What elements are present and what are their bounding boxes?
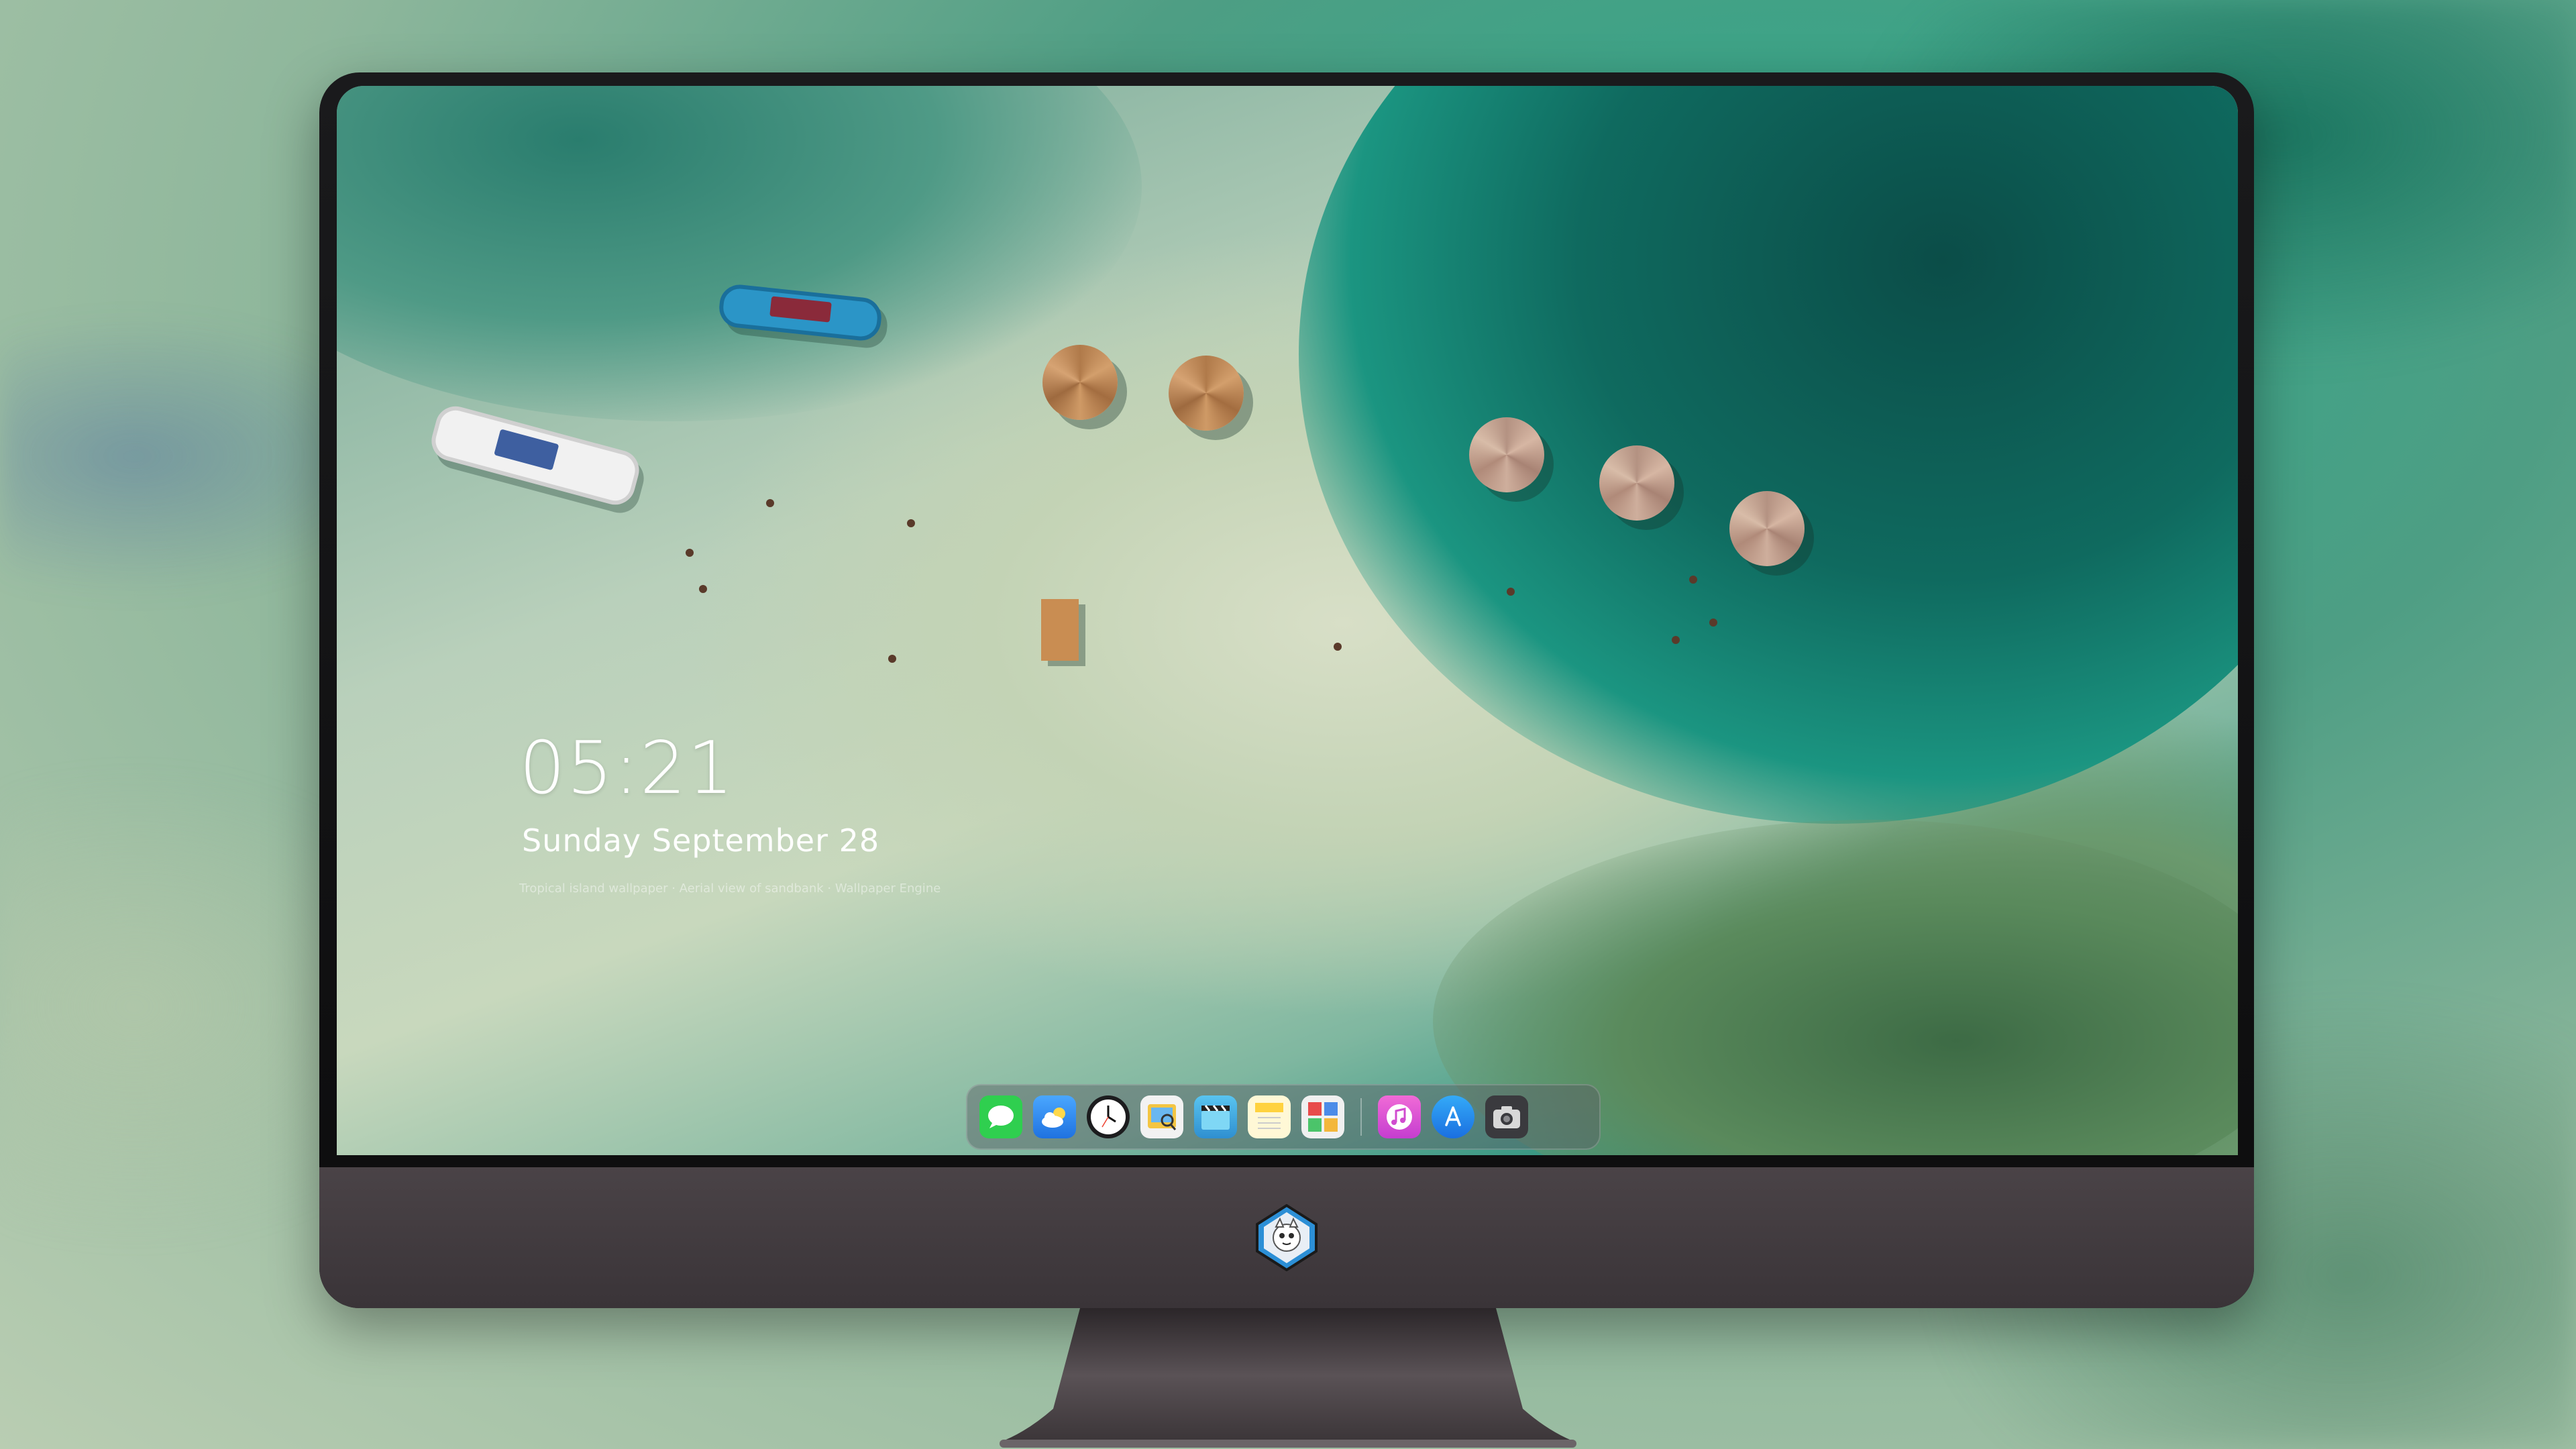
lock-screen-date: Sunday September 28 [522, 822, 880, 859]
photo-booth-icon[interactable] [1301, 1095, 1344, 1138]
wallpaper-umbrella [1599, 445, 1674, 521]
desktop-screen: 05:21 Sunday September 28 Tropical islan… [337, 86, 2238, 1155]
wallpaper-credit: Tropical island wallpaper · Aerial view … [519, 881, 941, 896]
wallpaper-person [1334, 643, 1342, 651]
messages-icon[interactable] [979, 1095, 1022, 1138]
wallpaper-shallow-water [337, 86, 1142, 421]
wallpaper-person [1507, 588, 1515, 596]
lock-screen-time: 05:21 [519, 727, 735, 810]
preview-icon[interactable] [1140, 1095, 1183, 1138]
dock-separator [1360, 1098, 1362, 1136]
wallpaper-person [1709, 619, 1717, 627]
wallpaper-person [686, 549, 694, 557]
monitor-chin [319, 1167, 2254, 1308]
dock [966, 1084, 1601, 1150]
final-cut-icon[interactable] [1194, 1095, 1237, 1138]
itunes-icon[interactable] [1378, 1095, 1421, 1138]
wallpaper-umbrella [1729, 491, 1805, 566]
wallpaper-umbrella [1469, 417, 1544, 492]
screenshot-icon[interactable] [1485, 1095, 1528, 1138]
mascot-logo-icon [1256, 1204, 1318, 1271]
clock-icon[interactable] [1087, 1095, 1130, 1138]
wallpaper-person [766, 499, 774, 507]
weather-icon[interactable] [1033, 1095, 1076, 1138]
wallpaper-umbrella [1169, 356, 1244, 431]
wallpaper-person [1672, 636, 1680, 644]
wallpaper-person [699, 585, 707, 593]
wallpaper-hut [1041, 599, 1079, 661]
wallpaper-person [1689, 576, 1697, 584]
wallpaper-person [907, 519, 915, 527]
notes-icon[interactable] [1248, 1095, 1291, 1138]
wallpaper-person [888, 655, 896, 663]
wallpaper-deep-water [1299, 86, 2238, 824]
monitor-stand [1000, 1308, 1576, 1448]
wallpaper-umbrella [1042, 345, 1118, 420]
app-store-icon[interactable] [1432, 1095, 1474, 1138]
